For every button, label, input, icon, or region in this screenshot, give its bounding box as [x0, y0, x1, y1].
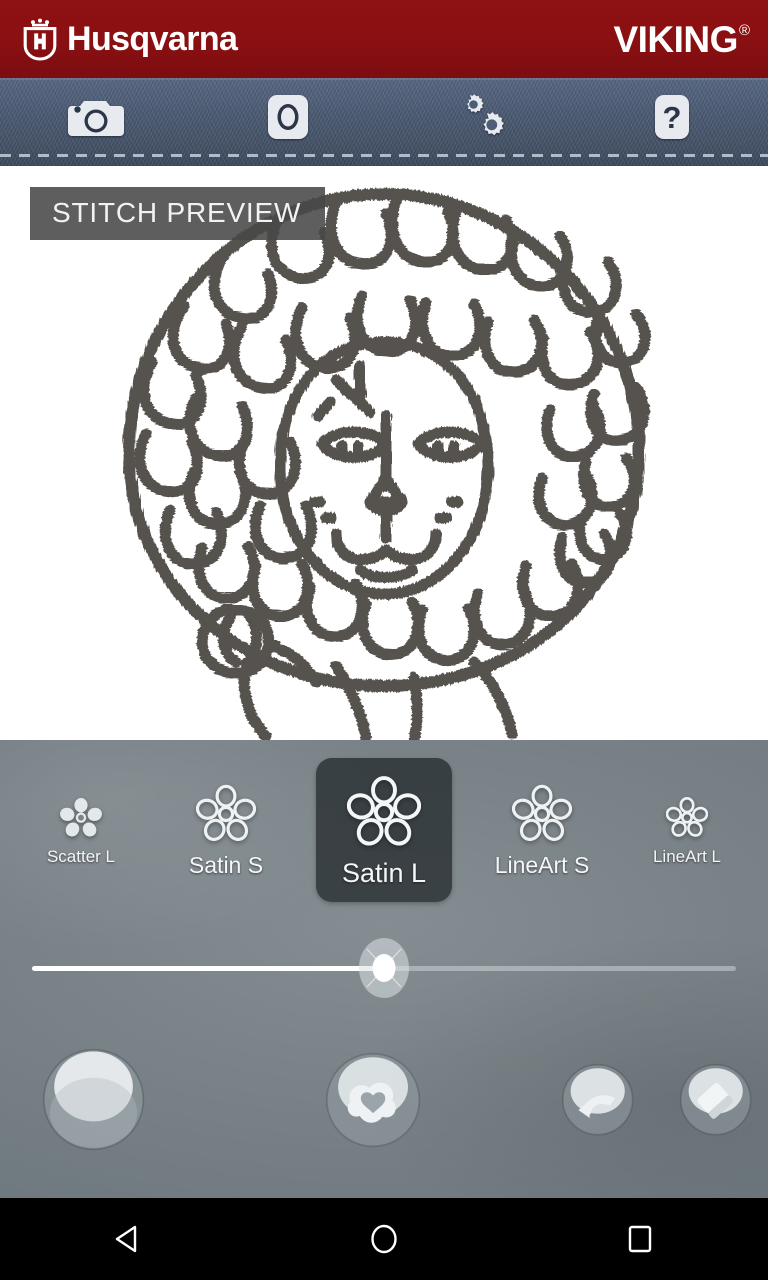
android-nav-bar [0, 1198, 768, 1280]
blank-button-icon [42, 1049, 145, 1151]
cloud-heart-icon [325, 1052, 421, 1148]
app-root: Husqvarna VIKING ® ? STITCH PREVIEW Scat… [0, 0, 768, 1280]
flower-outline-icon [347, 775, 421, 846]
registered-mark: ® [738, 21, 750, 39]
stitch-type-label: Satin L [341, 857, 427, 888]
stitch-out-button[interactable] [42, 1041, 145, 1159]
stitch-type-satin-s[interactable]: Satin S [160, 770, 292, 890]
camera-icon [68, 101, 124, 136]
toolbar-button-settings[interactable] [384, 78, 576, 166]
undo-button[interactable] [561, 1058, 634, 1142]
nav-back-button[interactable] [0, 1198, 256, 1280]
stitch-type-lineart-s[interactable]: LineArt S [476, 770, 608, 890]
photo-icon [268, 95, 308, 139]
stitch-type-carousel[interactable]: Scatter L Satin S Satin L LineArt S Line… [0, 740, 768, 920]
gears-icon [467, 94, 504, 136]
brand-name: Husqvarna [67, 20, 238, 58]
undo-arrow-icon [562, 1064, 634, 1136]
flower-filled-icon [60, 797, 102, 836]
top-toolbar: ? [0, 78, 768, 166]
toolbar-button-help[interactable]: ? [576, 78, 768, 166]
brand-logo-viking: VIKING ® [613, 21, 750, 58]
stitch-type-label: Satin S [188, 852, 264, 878]
husqvarna-crown-h-icon [23, 18, 57, 61]
brand-secondary-name: VIKING [613, 18, 738, 60]
control-panel: Scatter L Satin S Satin L LineArt S Line… [0, 740, 768, 1198]
stitch-type-scatter-l[interactable]: Scatter L [26, 782, 136, 878]
save-favorite-button[interactable] [325, 1045, 421, 1155]
stitch-density-slider[interactable] [0, 920, 768, 1016]
svg-text:?: ? [663, 100, 682, 135]
stitch-type-label: LineArt L [652, 846, 722, 866]
brand-header: Husqvarna VIKING ® [0, 0, 768, 78]
slider-fill [32, 965, 384, 971]
toolbar-button-gallery[interactable] [192, 78, 384, 166]
stitch-preview-area[interactable]: STITCH PREVIEW [0, 166, 768, 740]
circle-home-icon [371, 1224, 397, 1254]
stitch-type-satin-l[interactable]: Satin L [316, 758, 452, 902]
slider-thumb[interactable] [353, 937, 415, 999]
stitch-type-label: LineArt S [494, 852, 590, 878]
square-recents-icon [628, 1225, 652, 1253]
flower-outline-icon [666, 796, 708, 837]
stitch-type-label: Scatter L [46, 846, 116, 866]
toolbar-button-camera[interactable] [0, 78, 192, 166]
eraser-icon [679, 1064, 752, 1136]
erase-button[interactable] [679, 1058, 752, 1142]
stitch-type-lineart-l[interactable]: LineArt L [632, 782, 742, 878]
nav-recents-button[interactable] [512, 1198, 768, 1280]
action-button-row [0, 1016, 768, 1184]
preview-badge: STITCH PREVIEW [30, 187, 326, 240]
question-icon: ? [655, 95, 689, 139]
embroidered-lion-artwork [74, 166, 694, 740]
nav-home-button[interactable] [256, 1198, 512, 1280]
thread-spool-icon [359, 938, 409, 998]
flower-outline-icon [512, 784, 572, 841]
flower-outline-icon [196, 784, 256, 841]
slider-track[interactable] [32, 938, 736, 998]
brand-logo-husqvarna: Husqvarna [20, 17, 238, 61]
triangle-back-icon [115, 1225, 137, 1253]
